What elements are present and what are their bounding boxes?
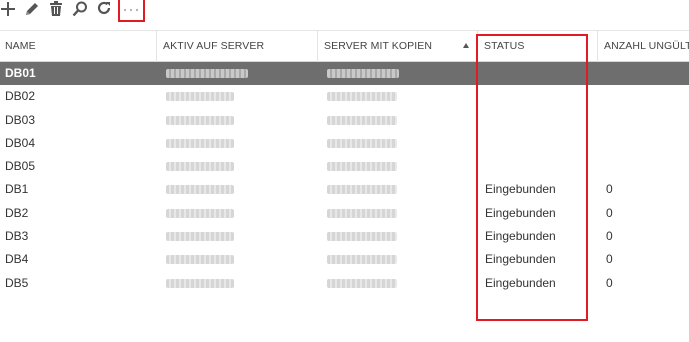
delete-icon[interactable]	[48, 0, 66, 20]
cell-copies-server	[327, 178, 397, 201]
table-row[interactable]: DB03	[0, 109, 689, 132]
cell-active-server	[166, 178, 234, 201]
cell-active-server	[166, 272, 234, 295]
column-header-invalid-count[interactable]: ANZAHL UNGÜLTIG	[597, 31, 689, 62]
cell-invalid-count: 0	[606, 182, 613, 197]
table-body: DB01 DB02 DB03 DB04 DB05 DB1 Eingebunden…	[0, 62, 689, 295]
table-row[interactable]: DB05	[0, 155, 689, 178]
redacted-text	[327, 208, 397, 218]
redacted-text	[327, 115, 397, 125]
cell-name: DB1	[5, 182, 29, 197]
cell-name: DB03	[5, 112, 36, 127]
cell-status: Eingebunden	[485, 252, 556, 267]
redacted-text	[327, 185, 397, 195]
cell-copies-server	[327, 155, 397, 178]
redacted-text	[327, 92, 397, 102]
cell-active-server	[166, 132, 234, 155]
redacted-text	[327, 278, 397, 288]
redacted-text	[327, 69, 399, 78]
redacted-text	[327, 255, 397, 265]
column-header-copies-server[interactable]: SERVER MIT KOPIEN	[317, 31, 477, 62]
edit-icon[interactable]	[24, 0, 42, 20]
cell-name: DB2	[5, 205, 29, 220]
column-header-name[interactable]: NAME	[0, 31, 156, 62]
cell-active-server	[166, 202, 234, 225]
table-row[interactable]: DB02	[0, 85, 689, 108]
cell-active-server	[166, 62, 248, 85]
redacted-text	[327, 138, 397, 148]
cell-active-server	[166, 85, 234, 108]
add-icon[interactable]	[0, 0, 18, 20]
cell-copies-server	[327, 248, 397, 271]
redacted-text	[166, 278, 234, 288]
cell-name: DB4	[5, 252, 29, 267]
cell-copies-server	[327, 272, 397, 295]
cell-invalid-count: 0	[606, 205, 613, 220]
table-row[interactable]: DB4 Eingebunden 0	[0, 248, 689, 271]
table-row[interactable]: DB2 Eingebunden 0	[0, 202, 689, 225]
cell-name: DB05	[5, 159, 36, 174]
cell-copies-server	[327, 225, 397, 248]
cell-status: Eingebunden	[485, 275, 556, 290]
cell-copies-server	[327, 62, 399, 85]
column-header-active-server[interactable]: AKTIV AUF SERVER	[156, 31, 317, 62]
redacted-text	[327, 162, 397, 172]
cell-invalid-count: 0	[606, 275, 613, 290]
redacted-text	[166, 92, 234, 102]
more-icon[interactable]	[118, 0, 145, 22]
cell-copies-server	[327, 85, 397, 108]
cell-name: DB5	[5, 275, 29, 290]
more-dots	[124, 9, 139, 12]
cell-copies-server	[327, 132, 397, 155]
cell-name: DB3	[5, 229, 29, 244]
table-header: NAME AKTIV AUF SERVER SERVER MIT KOPIEN …	[0, 30, 689, 62]
cell-name: DB02	[5, 89, 36, 104]
redacted-text	[166, 69, 248, 78]
redacted-text	[166, 162, 234, 172]
sort-ascending-icon	[463, 43, 469, 48]
redacted-text	[327, 232, 397, 242]
column-header-status[interactable]: STATUS	[477, 31, 597, 62]
table-row-selected[interactable]: DB01	[0, 62, 689, 86]
cell-copies-server	[327, 109, 397, 132]
databases-table: NAME AKTIV AUF SERVER SERVER MIT KOPIEN …	[0, 30, 689, 295]
cell-name: DB01	[5, 66, 36, 80]
cell-active-server	[166, 109, 234, 132]
cell-active-server	[166, 248, 234, 271]
search-icon[interactable]	[72, 0, 90, 20]
table-row[interactable]: DB5 Eingebunden 0	[0, 272, 689, 295]
redacted-text	[166, 138, 234, 148]
cell-active-server	[166, 155, 234, 178]
redacted-text	[166, 255, 234, 265]
toolbar	[0, 0, 689, 26]
cell-name: DB04	[5, 135, 36, 150]
refresh-icon[interactable]	[96, 0, 114, 20]
cell-status: Eingebunden	[485, 182, 556, 197]
cell-status: Eingebunden	[485, 229, 556, 244]
cell-active-server	[166, 225, 234, 248]
column-header-copies-server-label: SERVER MIT KOPIEN	[324, 40, 433, 52]
table-row[interactable]: DB04	[0, 132, 689, 155]
cell-status: Eingebunden	[485, 205, 556, 220]
cell-invalid-count: 0	[606, 252, 613, 267]
redacted-text	[166, 185, 234, 195]
redacted-text	[166, 115, 234, 125]
table-row[interactable]: DB1 Eingebunden 0	[0, 178, 689, 201]
cell-copies-server	[327, 202, 397, 225]
table-row[interactable]: DB3 Eingebunden 0	[0, 225, 689, 248]
cell-invalid-count: 0	[606, 229, 613, 244]
redacted-text	[166, 208, 234, 218]
redacted-text	[166, 232, 234, 242]
